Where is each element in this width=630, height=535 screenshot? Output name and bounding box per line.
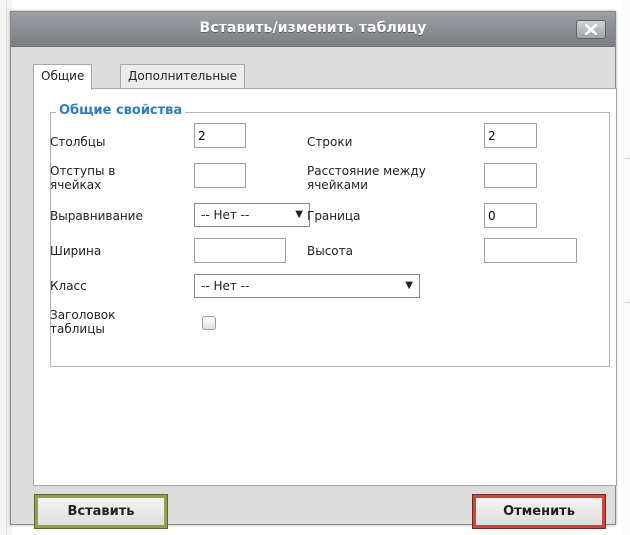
columns-label: Столбцы (50, 135, 106, 149)
background-tick (625, 158, 630, 159)
background-divider (6, 0, 7, 535)
group-legend: Общие свойства (56, 103, 186, 118)
close-x-icon (585, 24, 597, 35)
rows-label: Строки (307, 135, 353, 149)
cellspacing-label-line2: ячейками (307, 178, 368, 192)
cellpadding-label: Отступы в ячейках (50, 164, 115, 192)
background-tick (625, 302, 630, 303)
cellpadding-label-line1: Отступы в (50, 164, 116, 178)
align-label: Выравнивание (50, 209, 143, 223)
dialog-titlebar[interactable]: Вставить/изменить таблицу (11, 12, 615, 47)
class-select-value: -- Нет -- (201, 279, 250, 293)
caption-checkbox[interactable] (202, 316, 216, 330)
class-label: Класс (50, 279, 87, 293)
width-input[interactable] (194, 238, 286, 263)
background-right-strip (622, 0, 630, 535)
tab-advanced[interactable]: Дополнительные (120, 64, 246, 88)
dropdown-arrow-icon: ▼ (405, 280, 413, 291)
cancel-button[interactable]: Отменить (472, 494, 606, 529)
caption-label: Заголовок таблицы (50, 308, 115, 336)
class-select[interactable]: -- Нет -- ▼ (194, 274, 420, 298)
cellspacing-input[interactable] (484, 163, 537, 188)
columns-input[interactable] (194, 123, 246, 148)
caption-label-line2: таблицы (50, 322, 105, 336)
dialog-title: Вставить/изменить таблицу (199, 20, 427, 36)
rows-input[interactable] (484, 123, 537, 148)
cellpadding-input[interactable] (194, 163, 246, 188)
cellspacing-label-line1: Расстояние между (307, 164, 426, 178)
close-button[interactable] (576, 20, 606, 39)
border-label: Граница (307, 209, 361, 223)
tab-general[interactable]: Общие (33, 64, 93, 90)
caption-label-line1: Заголовок (50, 308, 116, 322)
insert-table-dialog: Вставить/изменить таблицу Общие Дополнит… (10, 11, 617, 529)
height-label: Высота (307, 244, 353, 258)
width-label: Ширина (50, 244, 102, 258)
insert-button[interactable]: Вставить (34, 494, 168, 529)
border-input[interactable] (484, 203, 537, 228)
cellspacing-label: Расстояние между ячейками (307, 164, 426, 192)
align-select[interactable]: -- Нет -- ▼ (194, 203, 310, 227)
height-input[interactable] (484, 238, 577, 263)
align-select-value: -- Нет -- (201, 208, 250, 222)
dropdown-arrow-icon: ▼ (295, 209, 303, 220)
cellpadding-label-line2: ячейках (50, 178, 102, 192)
